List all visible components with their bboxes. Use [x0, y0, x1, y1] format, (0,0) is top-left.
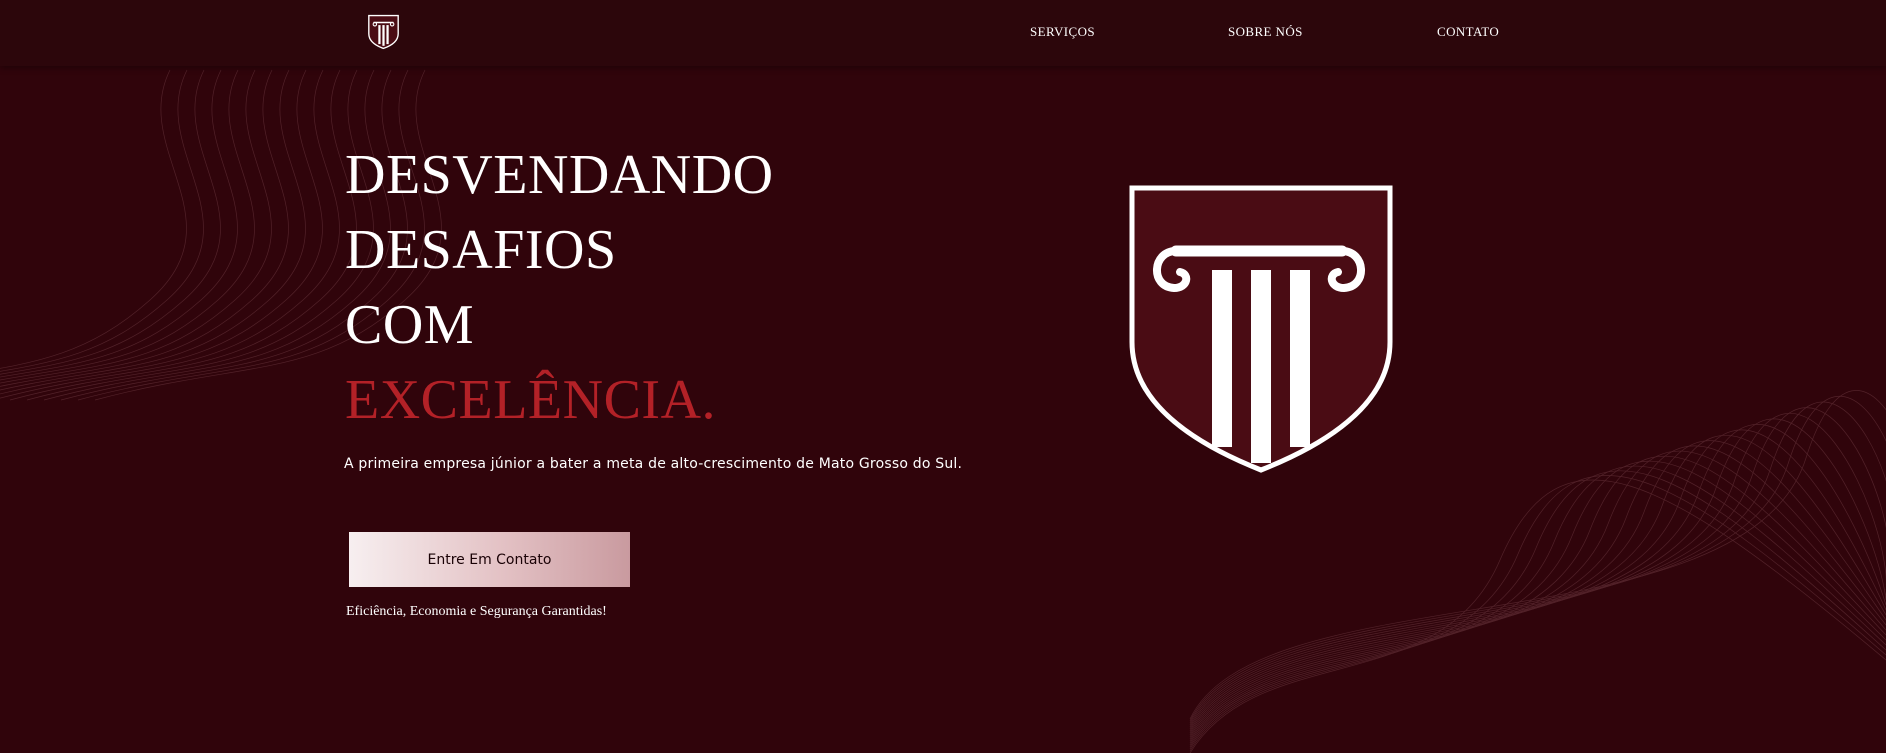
hero-subtitle: A primeira empresa júnior a bater a meta…	[344, 456, 963, 472]
hero-title-accent: EXCELÊNCIA.	[345, 369, 717, 431]
column-shield-emblem-icon	[1129, 185, 1393, 473]
column-shield-logo-icon[interactable]	[366, 13, 401, 51]
nav-link-servicos[interactable]: SERVIÇOS	[1030, 24, 1095, 40]
hero-title-line-3: COM	[345, 294, 475, 356]
hero-title-line-1: DESVENDANDO	[345, 144, 774, 206]
hero-title-line-2: DESAFIOS	[345, 219, 617, 281]
hero-tagline: Eficiência, Economia e Segurança Garanti…	[346, 604, 607, 619]
top-navbar: SERVIÇOS SOBRE NÓS CONTATO	[0, 0, 1886, 66]
hero-title: DESVENDANDO DESAFIOS COM EXCELÊNCIA.	[345, 138, 774, 438]
contact-cta-button[interactable]: Entre Em Contato	[349, 532, 630, 587]
nav-link-sobre-nos[interactable]: SOBRE NÓS	[1228, 24, 1303, 40]
nav-link-contato[interactable]: CONTATO	[1437, 24, 1499, 40]
background-wave-lines	[0, 69, 1886, 753]
